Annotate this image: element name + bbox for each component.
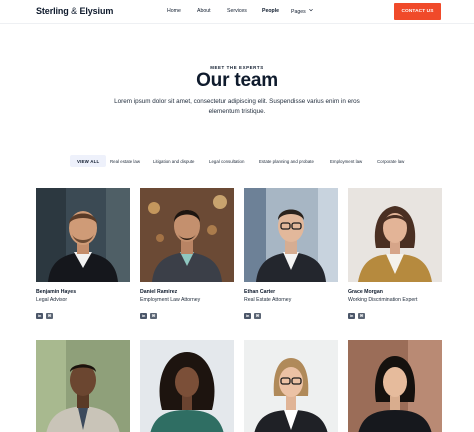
team-photo-daniel-ramirez[interactable] (140, 188, 234, 282)
team-member-role: Working Discrimination Expert (348, 297, 418, 303)
filter-litigation-and-dispute[interactable]: Litigation and dispute (153, 155, 195, 167)
filter-view-all[interactable]: VIEW ALL (70, 155, 107, 167)
team-photo-ethan-carter[interactable] (244, 188, 338, 282)
top-navigation: Sterling & Elysium Home About Services P… (0, 0, 474, 24)
contact-us-button[interactable]: CONTACT US (394, 3, 441, 20)
nav-link-home[interactable]: Home (167, 8, 181, 14)
mail-icon[interactable]: ✉ (358, 313, 365, 319)
team-member-name: Grace Morgan (348, 289, 383, 295)
team-photo-grace-morgan[interactable] (348, 188, 442, 282)
team-member-role: Legal Advisor (36, 297, 68, 303)
filter-estate-planning-and-probate[interactable]: Estate planning and probate (259, 155, 314, 167)
filter-legal-consultation[interactable]: Legal consultation (209, 155, 244, 167)
brand-name-first: Sterling (36, 6, 69, 16)
filter-corporate-law[interactable]: Corporate law (377, 155, 404, 167)
team-member-name: Daniel Ramirez (140, 289, 178, 295)
nav-link-people[interactable]: People (262, 8, 279, 14)
mail-icon[interactable]: ✉ (46, 313, 53, 319)
team-member-role: Real Estate Attorney (244, 297, 292, 303)
nav-link-about[interactable]: About (197, 8, 211, 14)
team-member-name: Ethan Carter (244, 289, 276, 295)
mail-icon[interactable]: ✉ (150, 313, 157, 319)
mail-icon[interactable]: ✉ (254, 313, 261, 319)
page-title: Our team (196, 70, 278, 91)
team-photo-row2-1[interactable] (36, 340, 130, 432)
team-photo-row2-3[interactable] (244, 340, 338, 432)
filter-employment-law[interactable]: Employment law (330, 155, 362, 167)
brand-ampersand: & (71, 6, 78, 16)
team-photo-row2-4[interactable] (348, 340, 442, 432)
nav-link-services[interactable]: Services (227, 8, 247, 14)
linkedin-icon[interactable]: in (140, 313, 147, 319)
linkedin-icon[interactable]: in (348, 313, 355, 319)
brand-logo[interactable]: Sterling & Elysium (36, 6, 113, 16)
section-subtitle: Lorem ipsum dolor sit amet, consectetur … (114, 98, 360, 115)
team-photo-row2-2[interactable] (140, 340, 234, 432)
chevron-down-icon (309, 8, 313, 12)
linkedin-icon[interactable]: in (244, 313, 251, 319)
nav-link-pages-label: Pages (291, 9, 306, 15)
team-member-role: Employment Law Attorney (140, 297, 201, 303)
team-member-name: Benjamin Hayes (36, 289, 77, 295)
team-photo-benjamin-hayes[interactable] (36, 188, 130, 282)
nav-link-pages[interactable]: Pages (291, 8, 313, 15)
filter-real-estate-law[interactable]: Real estate law (110, 155, 140, 167)
linkedin-icon[interactable]: in (36, 313, 43, 319)
brand-name-second: Elysium (79, 6, 114, 16)
